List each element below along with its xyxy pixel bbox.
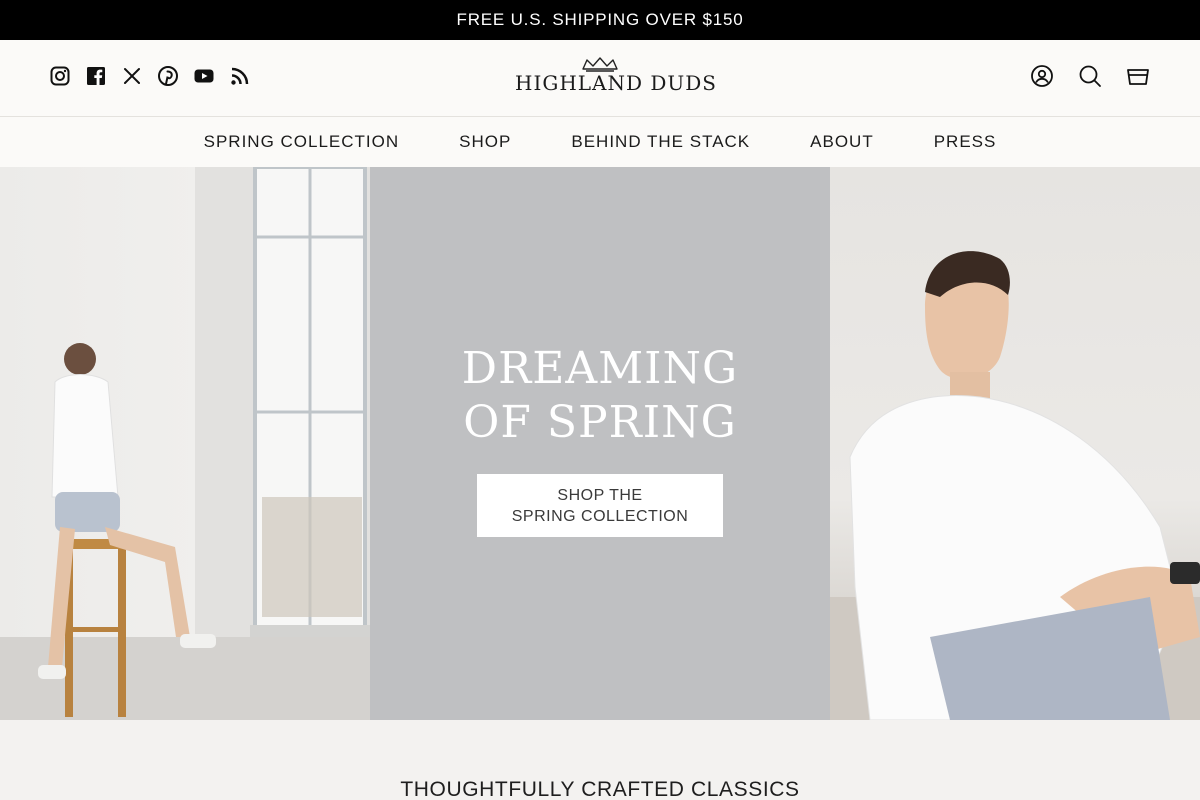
nav-item-spring-collection[interactable]: SPRING COLLECTION (204, 132, 400, 152)
hero-banner: DREAMING OF SPRING SHOP THE SPRING COLLE… (0, 167, 1200, 720)
utility-icons (1030, 64, 1150, 88)
nav-item-about[interactable]: ABOUT (810, 132, 874, 152)
facebook-icon[interactable] (86, 66, 106, 86)
youtube-icon[interactable] (194, 66, 214, 86)
section-title: THOUGHTFULLY CRAFTED CLASSICS (400, 778, 800, 800)
hero-photo-left (0, 167, 370, 720)
nav-item-behind-the-stack[interactable]: BEHIND THE STACK (571, 132, 750, 152)
hero-title-line1: DREAMING (461, 343, 739, 394)
hero-title: DREAMING OF SPRING (370, 342, 830, 450)
hero-button-line1: SHOP THE (557, 486, 643, 504)
rss-icon[interactable] (230, 66, 250, 86)
cart-icon[interactable] (1126, 64, 1150, 88)
hero-photo-right (830, 167, 1200, 720)
nav-item-shop[interactable]: SHOP (459, 132, 511, 152)
social-links (50, 66, 250, 86)
pinterest-icon[interactable] (158, 66, 178, 86)
brand-logo[interactable]: HIGHLAND DUDS (515, 56, 718, 102)
shop-spring-collection-button[interactable]: SHOP THE SPRING COLLECTION (477, 474, 723, 537)
hero-title-line2: OF SPRING (463, 397, 737, 448)
nav-item-press[interactable]: PRESS (934, 132, 997, 152)
site-header: HIGHLAND DUDS (0, 40, 1200, 117)
crown-icon (582, 57, 618, 72)
hero-center-panel: DREAMING OF SPRING SHOP THE SPRING COLLE… (370, 167, 830, 720)
account-icon[interactable] (1030, 64, 1054, 88)
x-icon[interactable] (122, 66, 142, 86)
search-icon[interactable] (1078, 64, 1102, 88)
main-nav: SPRING COLLECTION SHOP BEHIND THE STACK … (0, 117, 1200, 167)
brand-name: HIGHLAND DUDS (515, 71, 718, 95)
announcement-text: FREE U.S. SHIPPING OVER $150 (456, 10, 744, 29)
instagram-icon[interactable] (50, 66, 70, 86)
announcement-bar: FREE U.S. SHIPPING OVER $150 (0, 0, 1200, 40)
hero-button-line2: SPRING COLLECTION (511, 507, 689, 525)
